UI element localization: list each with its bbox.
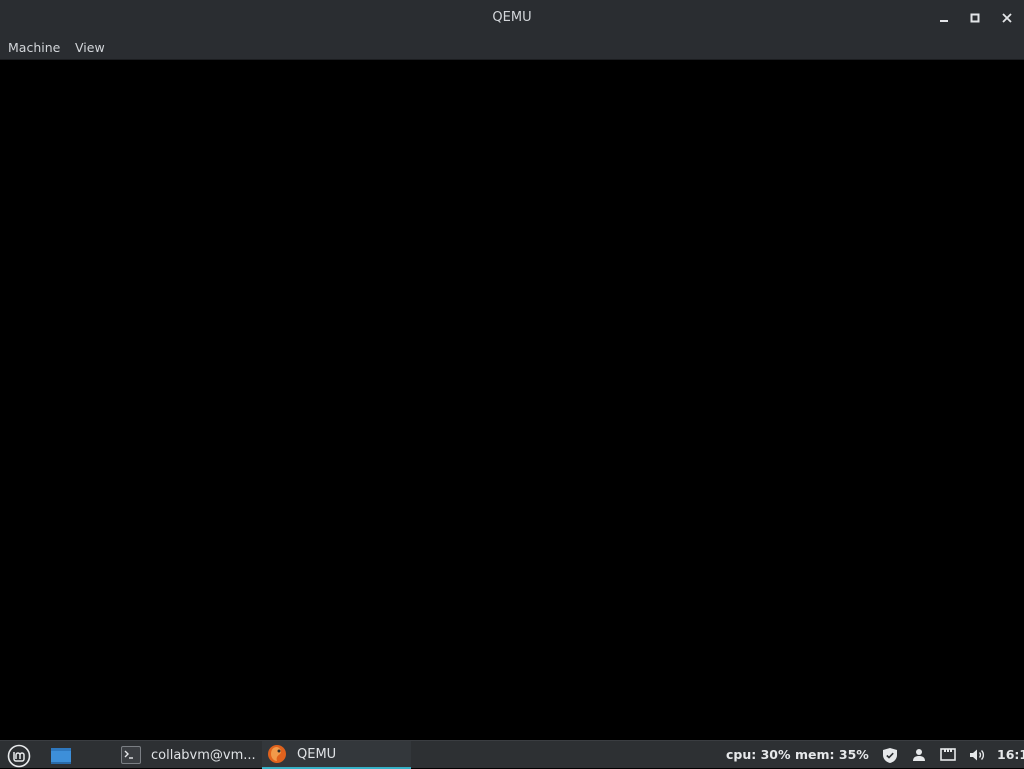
vm-display-area[interactable]: [0, 61, 1024, 740]
minimize-icon: [940, 20, 948, 22]
show-desktop-button[interactable]: [49, 745, 73, 767]
cpu-usage[interactable]: cpu: 30%: [726, 741, 791, 769]
task-terminal-label: collabvm@vm...: [151, 747, 256, 763]
user-icon[interactable]: [910, 746, 928, 764]
menubar: Machine View: [0, 36, 1024, 60]
menu-view[interactable]: View: [75, 36, 105, 60]
maximize-icon: [970, 13, 980, 23]
system-tray: cpu: 30% mem: 35% 16:1: [714, 741, 1024, 769]
terminal-icon: [120, 744, 142, 766]
maximize-button[interactable]: [963, 6, 987, 30]
menu-machine[interactable]: Machine: [8, 36, 60, 60]
volume-icon[interactable]: [968, 746, 986, 764]
close-button[interactable]: [995, 6, 1019, 30]
window-title: QEMU: [492, 10, 532, 25]
linux-mint-logo-icon: [7, 744, 31, 768]
minimize-button[interactable]: [932, 6, 956, 30]
qemu-window: QEMU Machine View: [0, 0, 1024, 740]
shield-icon[interactable]: [881, 746, 899, 764]
task-qemu[interactable]: QEMU: [262, 741, 411, 769]
taskbar: collabvm@vm... QEMU cpu: 30% mem: 35% 16…: [0, 740, 1024, 769]
close-icon: [1002, 13, 1012, 23]
network-icon[interactable]: [939, 746, 957, 764]
task-terminal[interactable]: collabvm@vm...: [116, 741, 258, 769]
task-qemu-label: QEMU: [297, 746, 337, 762]
start-menu-button[interactable]: [6, 743, 32, 769]
show-desktop-icon: [51, 748, 71, 764]
window-titlebar[interactable]: QEMU: [0, 0, 1024, 36]
memory-usage[interactable]: mem: 35%: [795, 741, 869, 769]
clock[interactable]: 16:18: [997, 741, 1024, 769]
qemu-icon: [266, 743, 288, 765]
